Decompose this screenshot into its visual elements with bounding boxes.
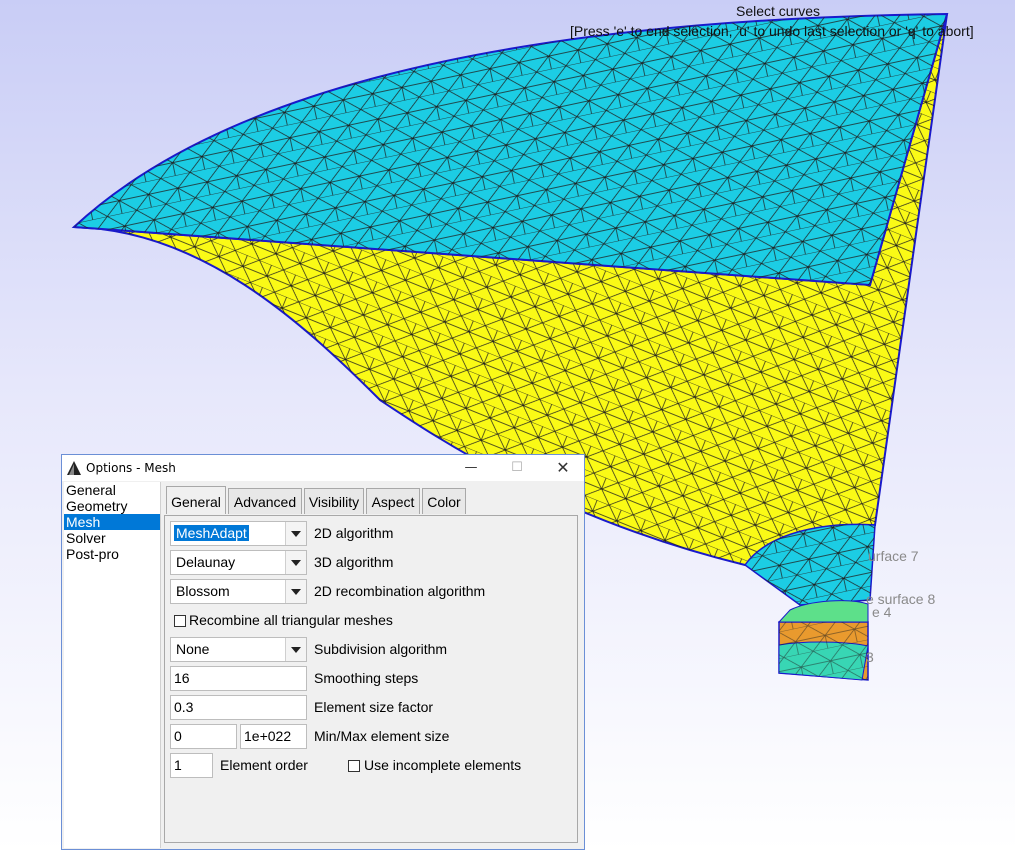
recomb-value: Blossom xyxy=(176,583,230,599)
category-mesh[interactable]: Mesh xyxy=(64,514,160,530)
dialog-title: Options - Mesh xyxy=(86,461,176,475)
options-dialog: Options - Mesh — ☐ ✕ General Geometry Me… xyxy=(61,454,585,850)
maximize-button[interactable]: ☐ xyxy=(494,455,540,481)
chevron-down-icon[interactable] xyxy=(285,580,306,603)
minmax-label: Min/Max element size xyxy=(314,728,450,744)
min-size-input[interactable]: 0 xyxy=(170,724,237,749)
algo3d-label: 3D algorithm xyxy=(314,554,394,570)
element-order-label: Element order xyxy=(220,757,308,773)
smoothing-input[interactable]: 16 xyxy=(170,666,307,691)
recombine-all-label: Recombine all triangular meshes xyxy=(189,612,393,628)
category-general[interactable]: General xyxy=(64,482,160,498)
category-post-pro[interactable]: Post-pro xyxy=(64,546,160,562)
incomplete-elements-label: Use incomplete elements xyxy=(364,757,522,773)
chevron-down-icon[interactable] xyxy=(285,638,306,661)
size-factor-input[interactable]: 0.3 xyxy=(170,695,307,720)
algo2d-label: 2D algorithm xyxy=(314,525,394,541)
tab-aspect[interactable]: Aspect xyxy=(366,488,420,514)
subdiv-label: Subdivision algorithm xyxy=(314,641,448,657)
dialog-titlebar[interactable]: Options - Mesh — ☐ ✕ xyxy=(62,455,584,481)
surface-label: 3 xyxy=(866,649,874,665)
surface-label: urface 7 xyxy=(868,548,919,564)
app-icon xyxy=(67,461,81,475)
subdiv-select[interactable]: None xyxy=(170,637,307,662)
minimize-button[interactable]: — xyxy=(448,455,494,481)
status-title: Select curves xyxy=(736,3,821,19)
subdiv-value: None xyxy=(176,641,210,657)
recomb-label: 2D recombination algorithm xyxy=(314,583,486,599)
algo2d-value: MeshAdapt xyxy=(174,525,249,541)
algo3d-value: Delaunay xyxy=(176,554,236,570)
tab-color[interactable]: Color xyxy=(422,488,466,514)
chevron-down-icon[interactable] xyxy=(285,551,306,574)
category-list: General Geometry Mesh Solver Post-pro xyxy=(64,482,161,848)
algo2d-select[interactable]: MeshAdapt xyxy=(170,521,307,546)
tab-advanced[interactable]: Advanced xyxy=(228,488,302,514)
chevron-down-icon[interactable] xyxy=(285,522,306,545)
surface-label: e 4 xyxy=(872,604,892,620)
recombine-all-checkbox[interactable] xyxy=(174,615,186,627)
incomplete-elements-checkbox[interactable] xyxy=(348,760,360,772)
size-factor-label: Element size factor xyxy=(314,699,434,715)
smoothing-label: Smoothing steps xyxy=(314,670,419,686)
category-geometry[interactable]: Geometry xyxy=(64,498,160,514)
recomb-select[interactable]: Blossom xyxy=(170,579,307,604)
algo3d-select[interactable]: Delaunay xyxy=(170,550,307,575)
tab-general[interactable]: General xyxy=(166,486,226,514)
tab-visibility[interactable]: Visibility xyxy=(304,488,364,514)
status-hint: [Press 'e' to end selection, 'u' to undo… xyxy=(570,23,974,39)
close-button[interactable]: ✕ xyxy=(540,455,586,481)
element-order-input[interactable]: 1 xyxy=(170,753,213,778)
category-solver[interactable]: Solver xyxy=(64,530,160,546)
max-size-input[interactable]: 1e+022 xyxy=(240,724,307,749)
